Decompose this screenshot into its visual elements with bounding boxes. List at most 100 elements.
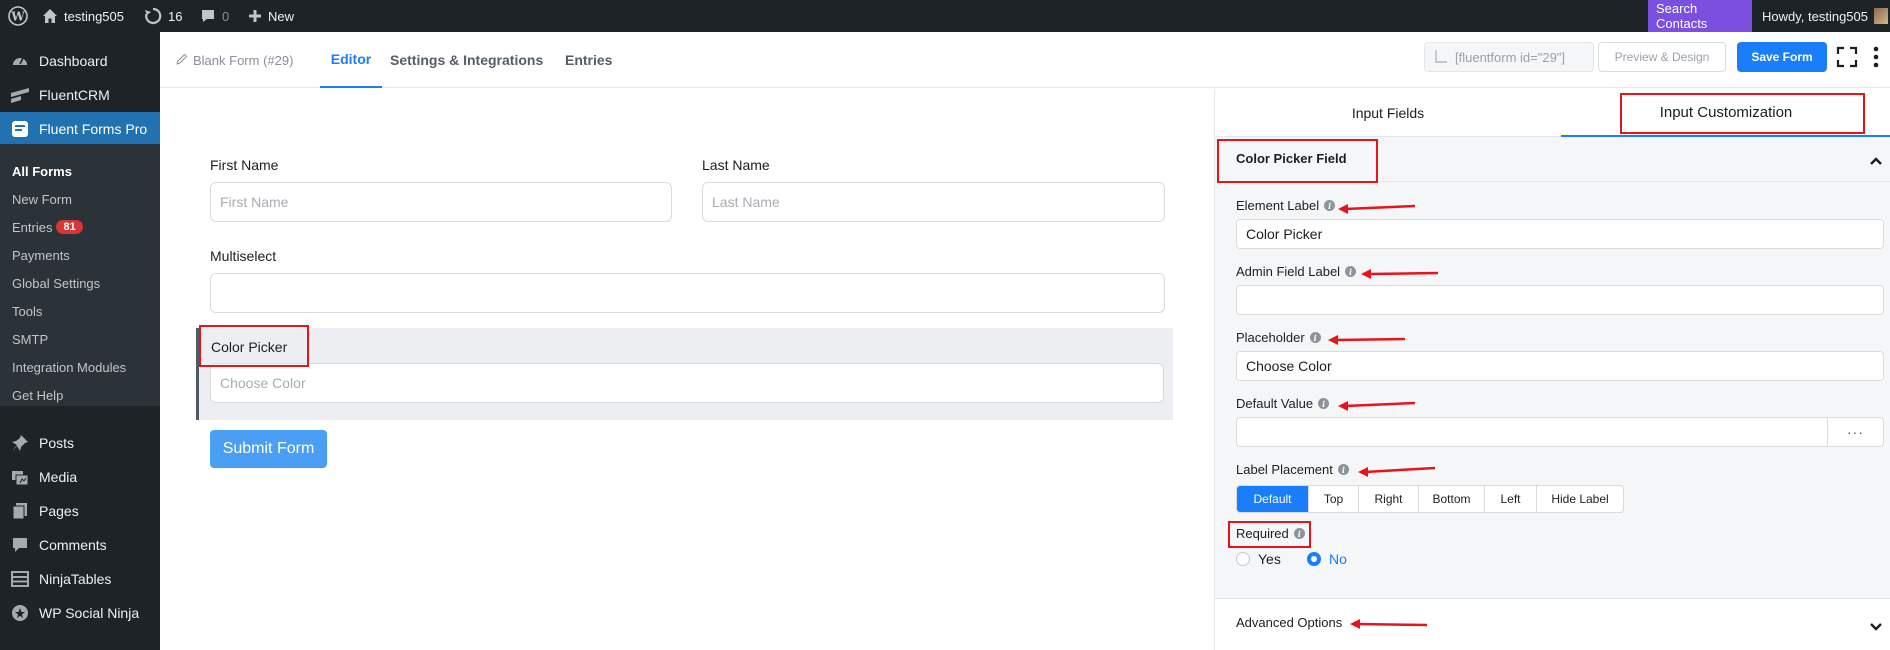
required-no-radio[interactable]: No xyxy=(1307,551,1347,567)
placement-option-right[interactable]: Right xyxy=(1359,486,1419,512)
required-no-label: No xyxy=(1329,551,1347,567)
sidebar-item-label: WP Social Ninja xyxy=(39,605,140,621)
admin-field-label-input[interactable] xyxy=(1236,285,1884,315)
submenu-payments[interactable]: Payments xyxy=(12,245,70,265)
color-picker-input[interactable]: Choose Color xyxy=(210,363,1164,403)
comment-bubble-icon xyxy=(200,8,216,24)
last-name-label: Last Name xyxy=(702,157,770,173)
media-icon xyxy=(10,467,30,487)
default-value-input[interactable]: ··· xyxy=(1236,417,1884,447)
label-placement-label: Label Placement i xyxy=(1236,462,1349,477)
annotation-arrow xyxy=(1328,335,1406,345)
site-name-link[interactable]: testing505 xyxy=(42,0,124,32)
submenu-entries[interactable]: Entries 81 xyxy=(12,217,83,237)
submenu-all-forms[interactable]: All Forms xyxy=(12,161,72,181)
placement-option-bottom[interactable]: Bottom xyxy=(1419,486,1485,512)
submenu-get-help[interactable]: Get Help xyxy=(12,385,63,405)
shortcode-text: [fluentform id="29"] xyxy=(1455,49,1566,65)
submenu-global-settings[interactable]: Global Settings xyxy=(12,273,100,293)
pencil-icon xyxy=(176,53,188,68)
admin-field-label-label: Admin Field Label i xyxy=(1236,264,1357,279)
comments-count: 0 xyxy=(222,8,230,24)
placement-option-left[interactable]: Left xyxy=(1485,486,1537,512)
submit-form-button[interactable]: Submit Form xyxy=(210,430,327,468)
sidebar-item-media[interactable]: Media xyxy=(0,460,160,494)
sidebar-item-fluentcrm[interactable]: FluentCRM xyxy=(0,78,160,112)
submenu-tools[interactable]: Tools xyxy=(12,301,42,321)
last-name-input[interactable]: Last Name xyxy=(702,182,1165,222)
shortcode-copy-button[interactable]: [fluentform id="29"] xyxy=(1424,42,1594,72)
preview-design-button[interactable]: Preview & Design xyxy=(1598,42,1726,72)
save-form-button[interactable]: Save Form xyxy=(1737,42,1827,72)
label-placement-text: Label Placement xyxy=(1236,462,1333,477)
placement-option-default[interactable]: Default xyxy=(1237,486,1309,512)
tab-input-fields[interactable]: Input Fields xyxy=(1215,89,1561,136)
form-name: Blank Form (#29) xyxy=(193,52,294,68)
sidebar-item-label: Dashboard xyxy=(39,53,108,69)
submenu-integration-modules[interactable]: Integration Modules xyxy=(12,357,126,377)
sidebar-item-ninjatables[interactable]: NinjaTables xyxy=(0,562,160,596)
sidebar-item-label: NinjaTables xyxy=(39,571,112,587)
form-name-breadcrumb[interactable]: Blank Form (#29) xyxy=(176,32,293,88)
tab-settings-integrations[interactable]: Settings & Integrations xyxy=(390,32,543,88)
search-contacts-button[interactable]: Search Contacts xyxy=(1648,0,1752,32)
placement-option-top[interactable]: Top xyxy=(1309,486,1359,512)
multiselect-input[interactable] xyxy=(210,273,1165,313)
placeholder-label-text: Placeholder xyxy=(1236,330,1305,345)
sidebar-item-label: Comments xyxy=(39,537,107,553)
more-vertical-icon[interactable] xyxy=(1873,46,1879,73)
info-icon[interactable]: i xyxy=(1309,332,1321,343)
info-icon[interactable]: i xyxy=(1345,266,1357,277)
submenu-new-form[interactable]: New Form xyxy=(12,189,72,209)
info-icon[interactable]: i xyxy=(1318,398,1330,409)
tab-entries[interactable]: Entries xyxy=(565,32,612,88)
table-icon xyxy=(10,569,30,589)
home-icon xyxy=(42,8,58,24)
sidebar-item-wp-social-ninja[interactable]: WP Social Ninja xyxy=(0,596,160,630)
sidebar-item-pages[interactable]: Pages xyxy=(0,494,160,528)
more-options-icon[interactable]: ··· xyxy=(1827,418,1883,446)
first-name-label: First Name xyxy=(210,157,279,173)
info-icon[interactable]: i xyxy=(1337,464,1349,475)
first-name-input[interactable]: First Name xyxy=(210,182,672,222)
advanced-options-title: Advanced Options xyxy=(1236,615,1343,630)
submenu-smtp[interactable]: SMTP xyxy=(12,329,48,349)
admin-sidebar: Dashboard FluentCRM Fluent Forms Pro All… xyxy=(0,32,160,650)
label-placement-segmented-control: Default Top Right Bottom Left Hide Label xyxy=(1236,485,1624,513)
advanced-options-section-header[interactable]: Advanced Options xyxy=(1215,598,1890,650)
howdy-user-link[interactable]: Howdy, testing505 xyxy=(1762,0,1888,32)
sidebar-item-label: FluentCRM xyxy=(39,87,110,103)
placeholder-label: Placeholder i xyxy=(1236,330,1321,345)
annotation-arrow xyxy=(1358,466,1436,477)
fullscreen-icon[interactable] xyxy=(1836,46,1858,73)
wordpress-logo-icon[interactable]: W xyxy=(8,0,28,32)
element-label-input[interactable]: Color Picker xyxy=(1236,219,1884,249)
dashboard-icon xyxy=(10,51,30,71)
new-label: New xyxy=(268,8,295,24)
admin-bar: W testing505 16 0 New Search Contacts Ho… xyxy=(0,0,1890,32)
avatar xyxy=(1874,8,1888,24)
sidebar-item-fluent-forms-pro[interactable]: Fluent Forms Pro xyxy=(0,112,160,146)
tab-editor[interactable]: Editor xyxy=(320,32,382,88)
sidebar-item-label: Posts xyxy=(39,435,75,451)
sidebar-item-posts[interactable]: Posts xyxy=(0,426,160,460)
updates-link[interactable]: 16 xyxy=(144,0,182,32)
placement-option-hide-label[interactable]: Hide Label xyxy=(1537,486,1623,512)
required-yes-radio[interactable]: Yes xyxy=(1236,551,1281,567)
chevron-up-icon xyxy=(1869,153,1883,171)
new-content-link[interactable]: New xyxy=(248,0,294,32)
sidebar-item-dashboard[interactable]: Dashboard xyxy=(0,44,160,78)
annotation-arrow xyxy=(1361,269,1439,279)
sidebar-item-label: Media xyxy=(39,469,78,485)
sidebar-item-comments[interactable]: Comments xyxy=(0,528,160,562)
info-icon[interactable]: i xyxy=(1324,200,1336,211)
sidebar-item-label: Fluent Forms Pro xyxy=(39,121,148,137)
comments-link[interactable]: 0 xyxy=(200,0,229,32)
sidebar-item-label: Pages xyxy=(39,503,79,519)
comments-icon xyxy=(10,535,30,555)
placeholder-input[interactable]: Choose Color xyxy=(1236,351,1884,381)
updates-icon xyxy=(144,7,162,25)
fluentcrm-icon xyxy=(10,85,30,105)
annotation-arrow xyxy=(1338,401,1416,411)
radio-button-checked xyxy=(1307,552,1321,566)
